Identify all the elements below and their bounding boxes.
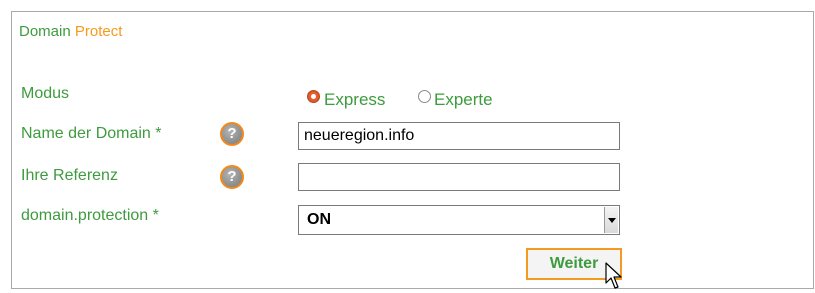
radio-experte[interactable] [418,90,431,103]
chevron-down-icon[interactable] [604,207,618,233]
cursor-icon [605,262,622,289]
protection-label: domain.protection * [21,207,159,224]
panel-title: Domain Protect [19,23,122,41]
modus-label: Modus [21,85,70,102]
help-glyph: ? [227,168,237,185]
domain-name-input[interactable] [298,122,620,150]
help-icon[interactable]: ? [220,122,244,146]
protection-select-value: ON [307,211,331,228]
radio-express[interactable] [307,90,320,103]
domain-name-label: Name der Domain * [21,125,162,142]
protection-select[interactable]: ON [298,205,620,235]
panel-title-protect: Protect [74,23,123,40]
radio-express-label[interactable]: Express [324,89,385,111]
referenz-label: Ihre Referenz [21,167,118,184]
referenz-input[interactable] [298,163,620,191]
radio-experte-label[interactable]: Experte [434,89,493,111]
panel-title-domain: Domain [19,23,71,40]
help-icon[interactable]: ? [220,165,244,189]
help-glyph: ? [227,125,237,142]
domain-protect-panel: Domain Protect Modus Express Experte Nam… [11,11,814,289]
